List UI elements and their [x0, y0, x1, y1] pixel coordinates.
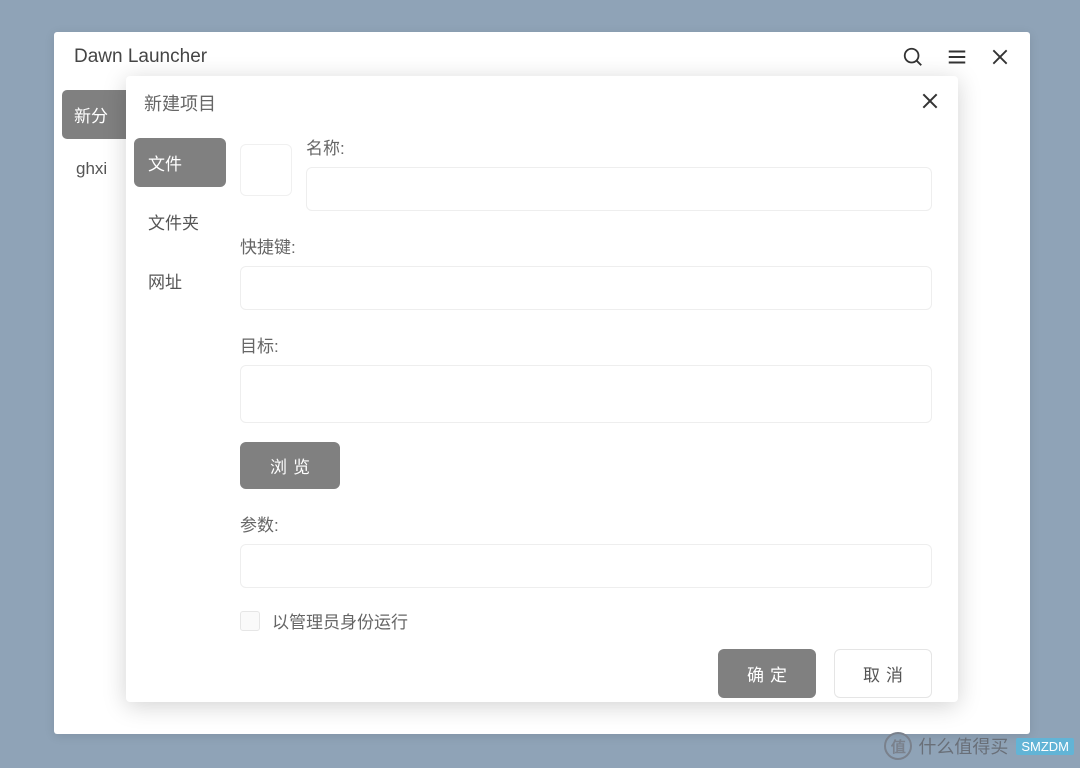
- title-bar: Dawn Launcher: [54, 32, 1030, 82]
- tab-url[interactable]: 网址: [134, 256, 226, 305]
- dialog-close-icon[interactable]: [920, 91, 940, 116]
- cancel-button[interactable]: 取消: [834, 649, 932, 698]
- params-label: 参数:: [240, 511, 932, 536]
- name-input[interactable]: [306, 167, 932, 211]
- form-area: 名称: 快捷键: 目标: 浏览 参数: 以管理员身份运行: [234, 132, 958, 633]
- dialog-sidebar: 文件 文件夹 网址: [126, 132, 234, 633]
- run-as-admin-row[interactable]: 以管理员身份运行: [240, 608, 932, 633]
- params-input[interactable]: [240, 544, 932, 588]
- title-icons: [902, 46, 1010, 68]
- target-label: 目标:: [240, 332, 932, 357]
- watermark: 值 什么值得买 SMZDM: [884, 732, 1074, 760]
- dialog-header: 新建项目: [126, 76, 958, 124]
- ok-button[interactable]: 确定: [718, 649, 816, 698]
- shortcut-input[interactable]: [240, 266, 932, 310]
- close-icon[interactable]: [990, 47, 1010, 67]
- watermark-badge: 值: [884, 732, 912, 760]
- name-label: 名称:: [306, 134, 932, 159]
- icon-preview-box[interactable]: [240, 144, 292, 196]
- search-icon[interactable]: [902, 46, 924, 68]
- shortcut-label: 快捷键:: [240, 233, 932, 258]
- watermark-text: 什么值得买: [918, 733, 1008, 759]
- run-as-admin-label: 以管理员身份运行: [272, 608, 408, 633]
- watermark-tag: SMZDM: [1016, 738, 1074, 755]
- tab-file[interactable]: 文件: [134, 138, 226, 187]
- dialog-body: 文件 文件夹 网址 名称: 快捷键: 目标: 浏览 参数:: [126, 124, 958, 633]
- target-input[interactable]: [240, 365, 932, 423]
- browse-button[interactable]: 浏览: [240, 442, 340, 489]
- tab-folder[interactable]: 文件夹: [134, 197, 226, 246]
- app-title: Dawn Launcher: [74, 46, 902, 68]
- dialog-title: 新建项目: [144, 90, 920, 116]
- new-item-dialog: 新建项目 文件 文件夹 网址 名称: 快捷键: 目标:: [126, 76, 958, 702]
- dialog-footer: 确定 取消: [126, 633, 958, 720]
- menu-icon[interactable]: [946, 46, 968, 68]
- run-as-admin-checkbox[interactable]: [240, 611, 260, 631]
